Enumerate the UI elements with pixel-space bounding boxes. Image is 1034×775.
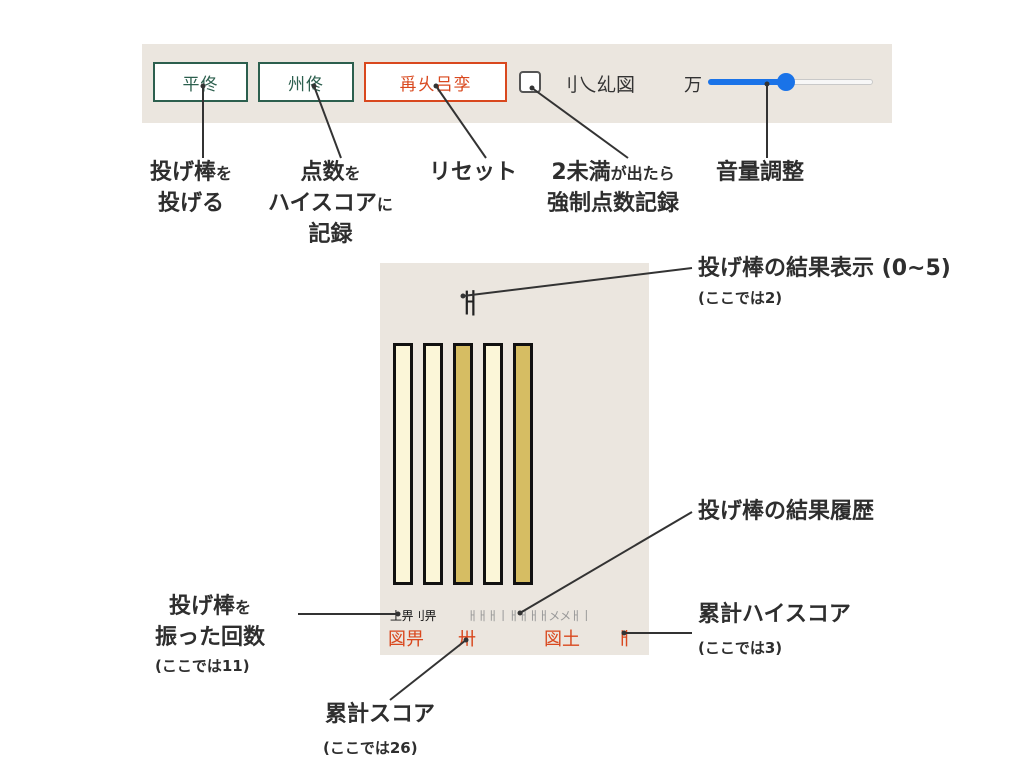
volume-annotation: 音量調整 [716,160,805,185]
count-annotation: 投げ棒を 振った回数 [155,594,266,650]
score-annotation-sub: (ここでは26) [323,739,418,757]
record-annotation: 点数を ハイスコアに 記録 [268,160,393,247]
throw-annotation: 投げ棒を 投げる [150,160,233,216]
high-score-annotation: 累計ハイスコア [698,602,851,627]
count-annotation-sub: (ここでは11) [155,657,250,675]
history-annotation: 投げ棒の結果履歴 [698,499,875,524]
force-record-annotation: 2未満が出たら 強制点数記録 [547,160,680,216]
score-annotation: 累計スコア [325,702,436,727]
result-annotation-sub: (ここでは2) [698,289,783,307]
reset-annotation: リセット [429,160,518,185]
result-annotation: 投げ棒の結果表示 (0~5) [698,256,951,281]
high-score-annotation-sub: (ここでは3) [698,639,783,657]
